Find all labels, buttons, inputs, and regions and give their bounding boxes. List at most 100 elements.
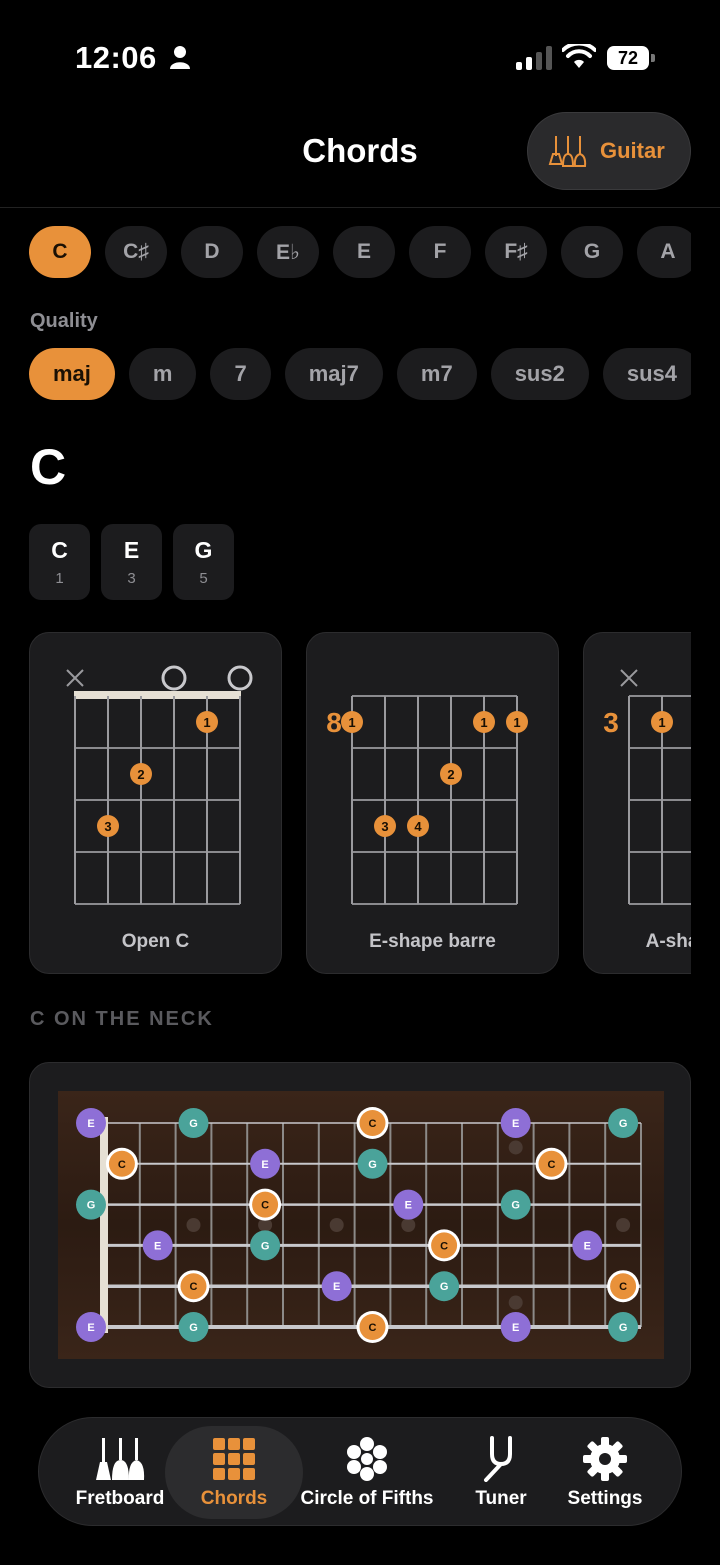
tab-chords[interactable]: Chords — [179, 1418, 289, 1527]
quality-pill[interactable]: maj — [29, 348, 115, 400]
base-fret-label: 8 — [326, 707, 342, 738]
root-pill[interactable]: C♯ — [105, 226, 167, 278]
finger-number: 4 — [414, 819, 422, 834]
root-pill[interactable]: E — [333, 226, 395, 278]
tab-settings[interactable]: Settings — [553, 1418, 657, 1527]
voicing-label: Open C — [121, 931, 190, 952]
note-marker-label: G — [440, 1281, 449, 1293]
battery-level: 72 — [607, 46, 649, 70]
neck-nut — [100, 1117, 108, 1333]
tab-label: Circle of Fifths — [300, 1487, 434, 1509]
note-marker-label: C — [190, 1281, 198, 1293]
note-marker: E — [500, 1108, 531, 1138]
finger-number: 1 — [480, 715, 487, 730]
neck-section-title: C ON THE NECK — [30, 1008, 214, 1030]
note-marker-label: C — [440, 1240, 448, 1252]
quality-pill[interactable]: m7 — [396, 348, 477, 400]
root-pill[interactable]: E♭ — [257, 226, 319, 278]
finger-number: 1 — [348, 715, 355, 730]
finger-number: 3 — [381, 819, 388, 834]
neck-diagram: E G C E G C E G C G C E G E G C E C E G C E G C E G — [29, 1062, 691, 1388]
tuning-fork-icon — [484, 1435, 512, 1482]
note-marker: G — [429, 1271, 460, 1302]
note-marker-label: E — [405, 1200, 412, 1212]
note-marker: G — [608, 1108, 639, 1138]
finger-number: 3 — [104, 819, 111, 834]
note-marker-label: E — [584, 1240, 591, 1252]
quality-pill[interactable]: m — [128, 348, 197, 400]
note-marker: C — [607, 1270, 640, 1303]
note-marker-label: C — [369, 1322, 377, 1334]
chord-tone-card: G5 — [173, 524, 234, 600]
tab-fretboard[interactable]: Fretboard — [65, 1418, 175, 1527]
base-fret-label: 3 — [603, 707, 619, 738]
open-string-mark — [227, 665, 253, 691]
note-marker: E — [572, 1230, 603, 1261]
note-marker: C — [356, 1107, 389, 1139]
finger-number: 2 — [447, 767, 454, 782]
instrument-picker-button[interactable]: Guitar — [527, 112, 691, 190]
guitars-icon — [96, 1437, 145, 1480]
note-marker: E — [250, 1148, 281, 1179]
inlay-dot — [401, 1218, 416, 1232]
chord-name: C — [30, 439, 67, 495]
tab-label: Fretboard — [75, 1487, 165, 1509]
note-marker: G — [76, 1189, 106, 1220]
voicing-label: E-shape barre — [369, 931, 496, 952]
finger-number: 2 — [137, 767, 144, 782]
note-marker: E — [393, 1189, 424, 1220]
root-pill[interactable]: F♯ — [485, 226, 547, 278]
inlay-dot — [329, 1218, 344, 1232]
tab-label: Tuner — [475, 1487, 527, 1509]
note-marker: G — [250, 1230, 281, 1261]
root-pill[interactable]: F — [409, 226, 471, 278]
quality-pill[interactable]: maj7 — [284, 348, 383, 400]
chord-tone-interval: 3 — [127, 570, 136, 587]
note-marker: G — [357, 1148, 388, 1179]
gear-icon — [583, 1436, 627, 1481]
root-note-selector: C C♯ D E♭ E F F♯ G A — [29, 226, 691, 278]
voicing-card[interactable]: 3 2 1 Open C — [29, 632, 282, 974]
note-marker: C — [249, 1188, 282, 1221]
chord-tones: C1E3G5 — [29, 524, 234, 600]
battery-icon: 72 — [607, 46, 655, 70]
note-marker: E — [76, 1312, 106, 1342]
note-marker: G — [178, 1108, 209, 1138]
cellular-signal-icon — [516, 46, 552, 70]
inlay-dot — [508, 1295, 523, 1310]
inlay-dot — [508, 1140, 523, 1155]
chord-tone-interval: 1 — [55, 570, 64, 587]
root-pill[interactable]: A — [637, 226, 691, 278]
root-pill[interactable]: D — [181, 226, 243, 278]
quality-pill[interactable]: sus4 — [602, 348, 691, 400]
open-string-mark — [161, 665, 187, 691]
note-marker-label: E — [87, 1118, 94, 1130]
tab-tuner[interactable]: Tuner — [449, 1418, 553, 1527]
note-marker: G — [178, 1312, 209, 1342]
note-marker: G — [500, 1189, 531, 1220]
quality-pill[interactable]: sus2 — [490, 348, 589, 400]
note-marker-label: G — [511, 1200, 520, 1212]
nav-header: Chords Guitar — [0, 110, 720, 208]
note-marker-label: C — [548, 1159, 556, 1171]
tab-label: Chords — [200, 1487, 268, 1509]
flower-icon — [347, 1436, 387, 1481]
tab-circle-of-fifths[interactable]: Circle of Fifths — [297, 1418, 437, 1527]
note-marker-label: G — [619, 1118, 628, 1130]
root-pill[interactable]: G — [561, 226, 623, 278]
note-marker: C — [535, 1147, 568, 1180]
voicing-card[interactable]: 3 1 A-shape barre — [583, 632, 691, 974]
root-pill[interactable]: C — [29, 226, 91, 278]
voicing-card[interactable]: 8 1 3 4 2 1 1 E-shape barre — [306, 632, 559, 974]
voicing-carousel[interactable]: 321Open C8134211E-shape barre31A-shape b… — [29, 632, 691, 975]
quality-label: Quality — [30, 310, 98, 332]
note-marker-label: E — [333, 1281, 340, 1293]
note-marker-label: E — [154, 1240, 161, 1252]
chord-tone-note: C — [51, 537, 68, 563]
quality-pill[interactable]: 7 — [210, 348, 271, 400]
note-marker-label: C — [261, 1200, 269, 1212]
note-marker-label: G — [189, 1322, 198, 1334]
finger-number: 1 — [203, 715, 210, 730]
note-marker: C — [105, 1147, 138, 1180]
note-marker: E — [500, 1312, 531, 1342]
